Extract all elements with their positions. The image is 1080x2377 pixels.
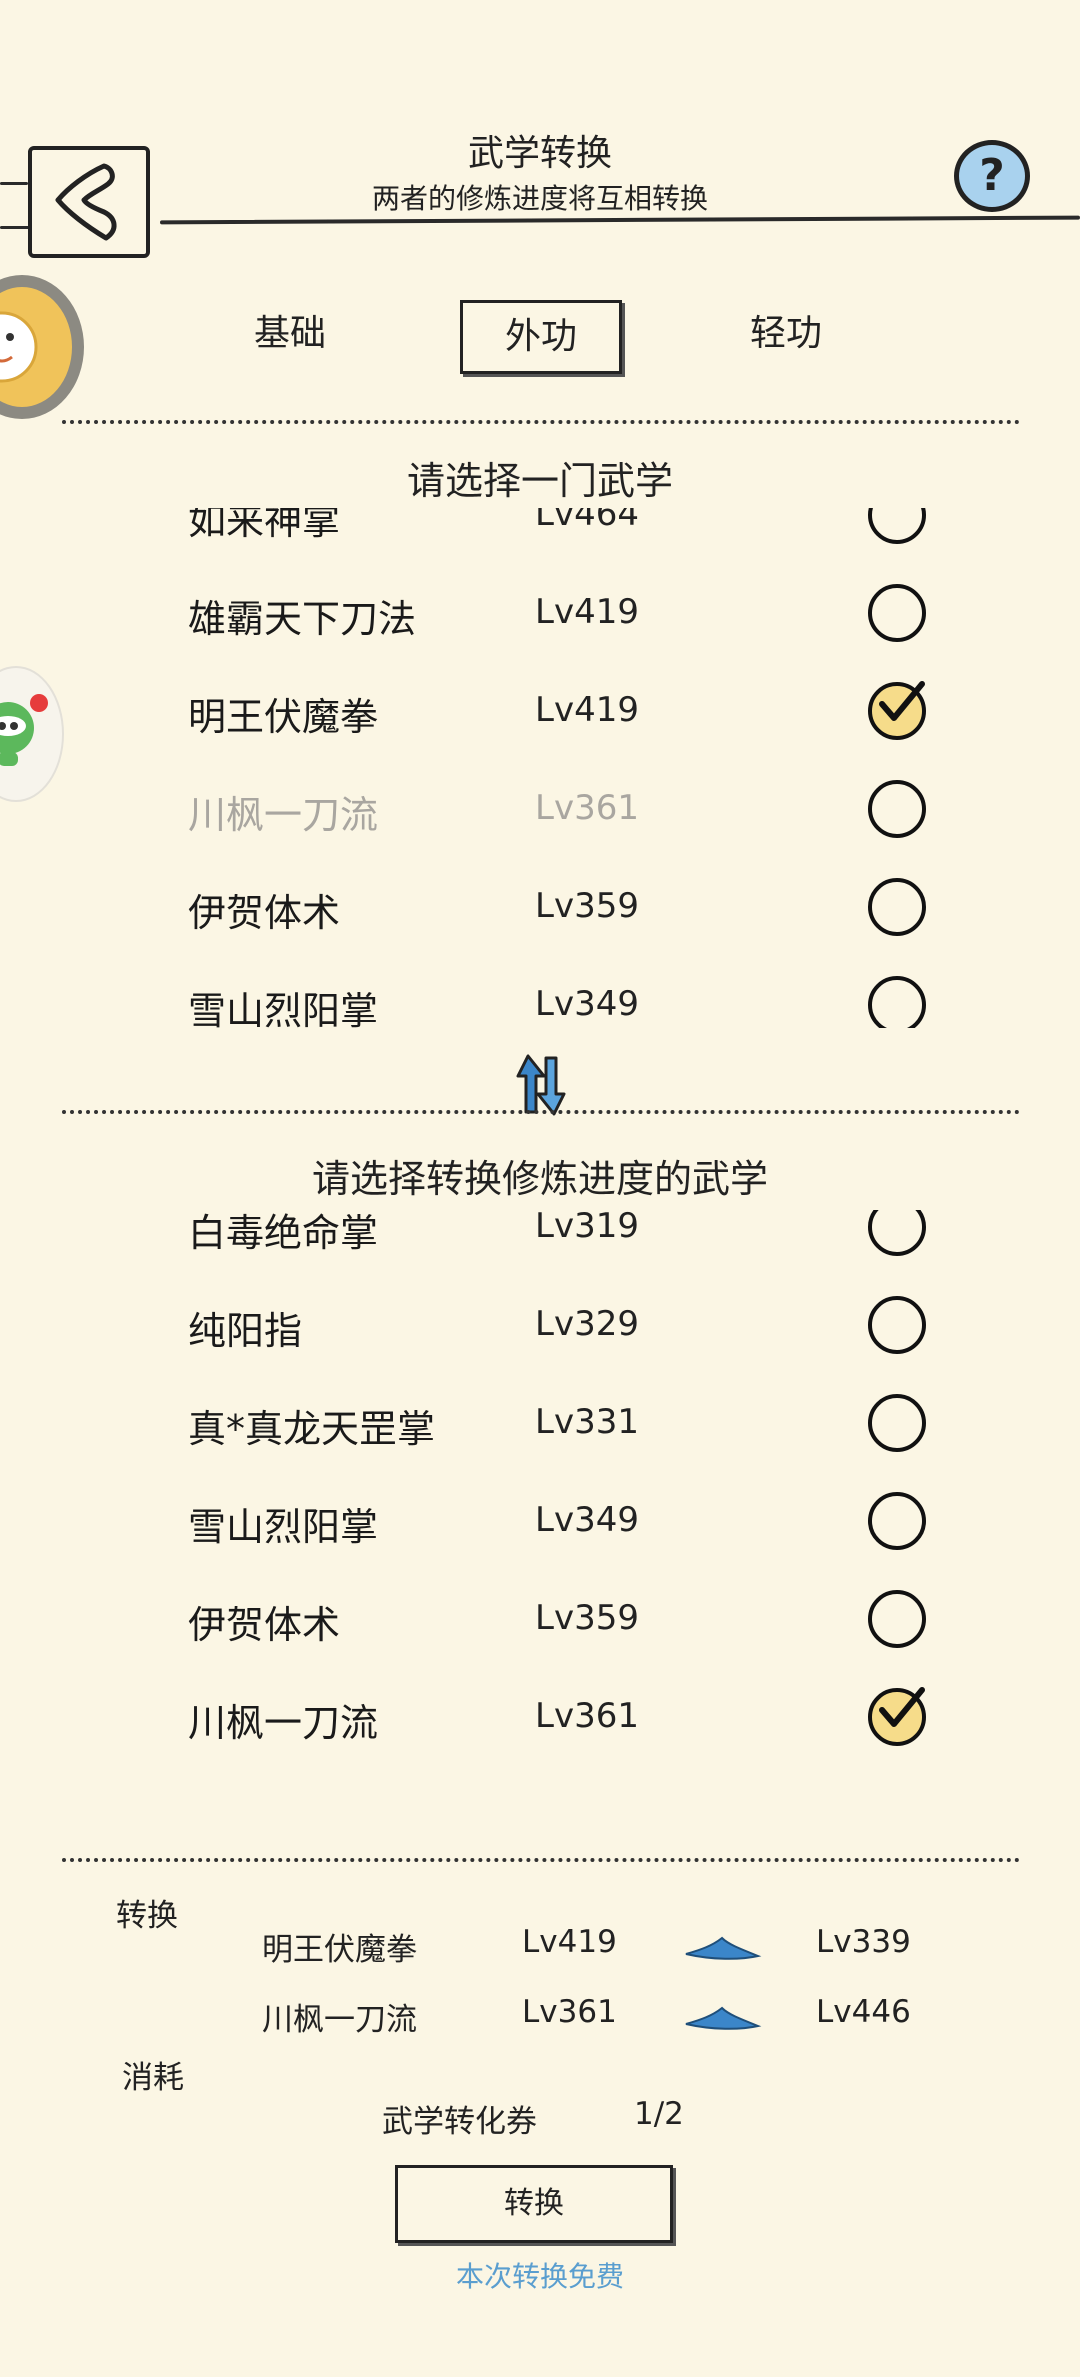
select-radio[interactable] bbox=[868, 780, 926, 838]
select-radio[interactable] bbox=[868, 1296, 926, 1354]
select-radio[interactable] bbox=[868, 584, 926, 642]
list-item[interactable]: 真*真龙天罡掌 Lv331 bbox=[0, 1376, 1080, 1474]
list-item[interactable]: 伊贺体术 Lv359 bbox=[0, 1572, 1080, 1670]
skill-level: Lv419 bbox=[535, 690, 639, 730]
page-subtitle: 两者的修炼进度将互相转换 bbox=[371, 182, 708, 215]
source-skill-list[interactable]: 如来神掌 Lv464 雄霸天下刀法 Lv419 明王伏魔拳 Lv419 川枫一刀… bbox=[0, 508, 1080, 1028]
summary-from-level: Lv361 bbox=[522, 1994, 617, 2030]
tab-external[interactable]: 外功 bbox=[460, 300, 622, 374]
arrow-right-icon bbox=[685, 1936, 762, 1960]
cost-item-name: 武学转化券 bbox=[382, 2104, 537, 2140]
source-section-title: 请选择一门武学 bbox=[406, 459, 673, 503]
divider bbox=[62, 1858, 1020, 1862]
divider bbox=[62, 420, 1020, 424]
skill-name: 纯阳指 bbox=[188, 1309, 303, 1353]
summary-row: 明王伏魔拳 Lv419 Lv339 bbox=[0, 1924, 1080, 1974]
list-item[interactable]: 川枫一刀流 Lv361 bbox=[0, 762, 1080, 860]
cost-section-label: 消耗 bbox=[122, 2060, 184, 2096]
select-radio[interactable] bbox=[868, 878, 926, 936]
list-item[interactable]: 明王伏魔拳 Lv419 bbox=[0, 664, 1080, 762]
skill-name: 白毒绝命掌 bbox=[188, 1211, 379, 1255]
arrow-right-icon bbox=[685, 2006, 762, 2030]
skill-level: Lv419 bbox=[535, 592, 639, 632]
cost-item-count: 1/2 bbox=[634, 2096, 684, 2132]
list-item[interactable]: 川枫一刀流 Lv361 bbox=[0, 1670, 1080, 1768]
select-radio-checked[interactable] bbox=[868, 681, 926, 740]
skill-name: 川枫一刀流 bbox=[188, 1701, 379, 1745]
target-section-title: 请选择转换修炼进度的武学 bbox=[311, 1157, 768, 1201]
skill-level: Lv361 bbox=[535, 788, 639, 828]
skill-level: Lv329 bbox=[535, 1304, 639, 1344]
select-radio[interactable] bbox=[868, 976, 926, 1028]
select-radio-checked[interactable] bbox=[868, 1687, 926, 1746]
skill-level: Lv359 bbox=[535, 886, 639, 926]
checkmark-icon bbox=[879, 1687, 925, 1727]
skill-name: 雪山烈阳掌 bbox=[188, 989, 379, 1028]
skill-level: Lv359 bbox=[535, 1598, 639, 1638]
skill-name: 雪山烈阳掌 bbox=[188, 1505, 379, 1549]
help-button[interactable]: ? bbox=[954, 140, 1030, 212]
select-radio[interactable] bbox=[868, 1492, 926, 1550]
select-radio[interactable] bbox=[868, 1590, 926, 1648]
list-item[interactable]: 纯阳指 Lv329 bbox=[0, 1278, 1080, 1376]
convert-button[interactable]: 转换 bbox=[395, 2165, 673, 2243]
free-conversion-note: 本次转换免费 bbox=[455, 2260, 624, 2293]
floating-avatar[interactable] bbox=[0, 275, 84, 419]
skill-level: Lv349 bbox=[535, 984, 639, 1024]
skill-level: Lv361 bbox=[535, 1696, 639, 1736]
select-radio[interactable] bbox=[868, 1394, 926, 1452]
skill-level: Lv331 bbox=[535, 1402, 639, 1442]
summary-skill-name: 川枫一刀流 bbox=[262, 2002, 417, 2038]
list-item[interactable]: 雄霸天下刀法 Lv419 bbox=[0, 566, 1080, 664]
checkmark-icon bbox=[879, 681, 925, 721]
list-item[interactable]: 如来神掌 Lv464 bbox=[0, 508, 1080, 566]
list-item[interactable]: 雪山烈阳掌 Lv349 bbox=[0, 1474, 1080, 1572]
skill-name: 伊贺体术 bbox=[188, 1603, 341, 1647]
skill-name: 真*真龙天罡掌 bbox=[188, 1407, 436, 1451]
skill-name: 雄霸天下刀法 bbox=[188, 597, 417, 641]
summary-row: 川枫一刀流 Lv361 Lv446 bbox=[0, 1994, 1080, 2044]
help-icon: ? bbox=[979, 150, 1005, 201]
select-radio[interactable] bbox=[868, 508, 926, 544]
summary-to-level: Lv446 bbox=[816, 1994, 911, 2030]
list-item[interactable]: 伊贺体术 Lv359 bbox=[0, 860, 1080, 958]
skill-level: Lv319 bbox=[535, 1210, 639, 1246]
skill-name: 明王伏魔拳 bbox=[188, 695, 379, 739]
summary-skill-name: 明王伏魔拳 bbox=[262, 1932, 417, 1968]
summary-to-level: Lv339 bbox=[816, 1924, 911, 1960]
page-title: 武学转换 bbox=[467, 133, 612, 174]
skill-name: 川枫一刀流 bbox=[188, 793, 379, 837]
skill-level: Lv464 bbox=[535, 508, 639, 534]
avatar-icon bbox=[0, 311, 38, 383]
skill-name: 如来神掌 bbox=[188, 508, 341, 543]
tab-lightness[interactable]: 轻功 bbox=[708, 300, 864, 368]
select-radio[interactable] bbox=[868, 1210, 926, 1256]
list-item[interactable]: 雪山烈阳掌 Lv349 bbox=[0, 958, 1080, 1028]
skill-level: Lv349 bbox=[535, 1500, 639, 1540]
list-item[interactable]: 白毒绝命掌 Lv319 bbox=[0, 1210, 1080, 1278]
skill-name: 伊贺体术 bbox=[188, 891, 341, 935]
tab-basic[interactable]: 基础 bbox=[212, 300, 368, 368]
header-rule-left-2 bbox=[0, 226, 30, 229]
divider bbox=[62, 1110, 1020, 1114]
target-skill-list[interactable]: 白毒绝命掌 Lv319 纯阳指 Lv329 真*真龙天罡掌 Lv331 雪山烈阳… bbox=[0, 1210, 1080, 1810]
summary-from-level: Lv419 bbox=[522, 1924, 617, 1960]
